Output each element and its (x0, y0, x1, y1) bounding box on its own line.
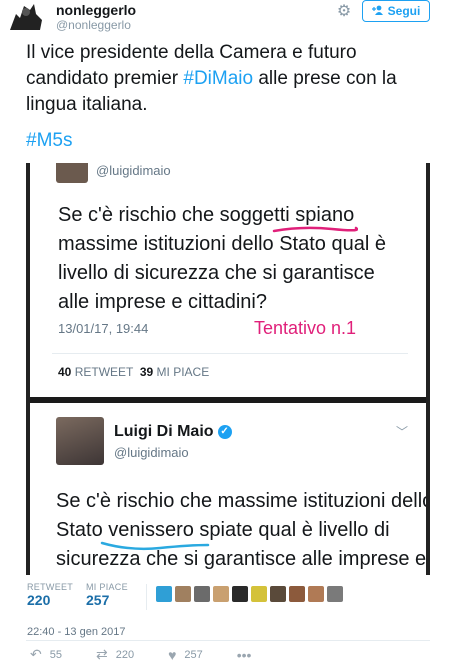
hashtag-dimaio[interactable]: #DiMaio (183, 68, 253, 89)
liker-avatar[interactable] (308, 586, 324, 602)
reply-icon: ↶ (30, 646, 42, 662)
card1-text-pre: Se c'è rischio che soggetti (58, 204, 296, 226)
screenshot-card-1: @luigidimaio Se c'è rischio che soggetti… (30, 163, 426, 393)
retweet-stat[interactable]: RETWEET 220 (27, 582, 73, 608)
actions-separator (26, 640, 430, 641)
add-user-icon (371, 4, 384, 18)
liker-avatar[interactable] (251, 586, 267, 602)
heart-icon: ♥ (168, 646, 177, 663)
stats-divider (146, 584, 147, 610)
like-count: 257 (184, 648, 203, 661)
profile-avatar[interactable] (6, 0, 46, 32)
card2-name: Luigi Di Maio (114, 423, 214, 440)
liker-avatars (156, 586, 343, 602)
follow-button[interactable]: Segui (362, 0, 430, 22)
more-icon: ••• (236, 646, 252, 663)
follow-label: Segui (387, 4, 421, 18)
card1-likes-num: 39 (139, 365, 154, 379)
card2-name-row: Luigi Di Maio ✓ (114, 423, 232, 441)
card1-text-post: massime istituzioni dello Stato qual è l… (58, 233, 386, 313)
card1-avatar (56, 163, 88, 183)
liker-avatar[interactable] (194, 586, 210, 602)
hashtag-m5s[interactable]: #M5s (26, 130, 72, 152)
card1-text: Se c'è rischio che soggetti spiano massi… (58, 201, 398, 317)
card2-line1: Se c'è rischio che massime istituzioni d… (56, 490, 430, 512)
reply-count: 55 (49, 648, 62, 661)
annotation-tentativo: Tentativo n.1 (254, 318, 357, 338)
chevron-down-icon: ﹀ (396, 425, 409, 439)
retweet-icon: ⇄ (95, 646, 108, 662)
embedded-image[interactable]: @luigidimaio Se c'è rischio che soggetti… (26, 163, 430, 575)
screenshot-card-2: Luigi Di Maio ✓ @luigidimaio ﹀ Se c'è ri… (30, 403, 426, 575)
likes-stat-label: MI PIACE (86, 582, 128, 592)
gear-icon[interactable]: ⚙ (335, 3, 353, 21)
reply-button[interactable]: ↶ 55 (30, 646, 62, 663)
verified-icon: ✓ (217, 425, 232, 439)
liker-avatar[interactable] (289, 586, 305, 602)
card1-retweets-num: 40 (58, 365, 72, 379)
pink-underline (272, 226, 358, 233)
like-button[interactable]: ♥ 257 (168, 647, 203, 663)
liker-avatar[interactable] (232, 586, 248, 602)
user-handle[interactable]: @nonleggerlo (56, 18, 131, 32)
likes-stat[interactable]: MI PIACE 257 (86, 582, 128, 608)
retweet-button[interactable]: ⇄ 220 (96, 646, 134, 663)
liker-avatar[interactable] (175, 586, 191, 602)
card2-highlight: venissero (108, 519, 194, 541)
more-button[interactable]: ••• (237, 647, 252, 663)
retweet-count: 220 (115, 648, 135, 661)
tweet-actions: ↶ 55 ⇄ 220 ♥ 257 ••• (30, 646, 285, 663)
card1-likes-label: MI PIACE (156, 365, 210, 379)
card2-line2-post: spiate qual è livello di (193, 519, 390, 541)
card2-line2-pre: Stato (56, 519, 109, 541)
display-name[interactable]: nonleggerlo (56, 2, 136, 18)
card2-avatar (56, 417, 104, 465)
liker-avatar[interactable] (270, 586, 286, 602)
blue-underline (100, 541, 210, 551)
likes-stat-count: 257 (86, 592, 110, 608)
card1-separator (52, 353, 408, 354)
card1-highlight: spiano (295, 204, 355, 226)
card2-text: Se c'è rischio che massime istituzioni d… (56, 487, 426, 574)
liker-avatar[interactable] (327, 586, 343, 602)
liker-avatar[interactable] (213, 586, 229, 602)
tweet-text: Il vice presidente della Camera e futuro… (26, 40, 436, 118)
tweet-timestamp[interactable]: 22:40 - 13 gen 2017 (27, 626, 125, 638)
liker-avatar[interactable] (156, 586, 172, 602)
card1-handle: @luigidimaio (96, 163, 171, 178)
card2-handle: @luigidimaio (114, 445, 189, 460)
retweet-stat-label: RETWEET (27, 582, 74, 592)
retweet-stat-count: 220 (27, 592, 51, 608)
card1-retweets-label: RETWEET (74, 365, 134, 379)
card1-date: 13/01/17, 19:44 (58, 321, 149, 336)
card1-stats: 40 RETWEET 39 MI PIACE (58, 365, 209, 379)
